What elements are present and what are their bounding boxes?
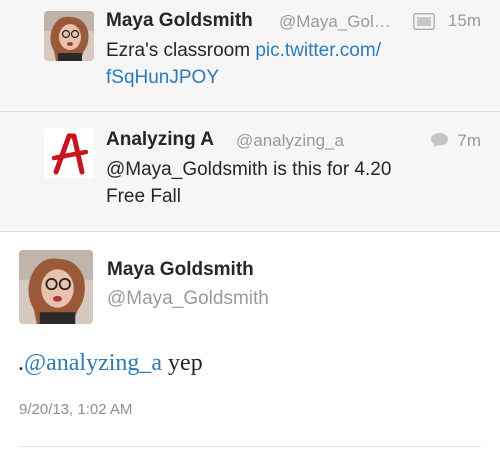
tweet-text: Ezra's classroom pic.twitter.com/ — [106, 39, 381, 63]
author-handle: @analyzing_a — [236, 131, 344, 150]
detail-author-handle[interactable]: @Maya_Goldsmith — [107, 288, 269, 310]
tweet-timestamp: 9/20/13, 1:02 AM — [19, 401, 133, 418]
tweet-text-line-2: Free Fall — [106, 186, 181, 207]
analyzing-a-logo-icon — [44, 128, 94, 178]
tweet-text-plain: Ezra's classroom — [106, 40, 256, 61]
avatar[interactable] — [19, 250, 93, 324]
tweet-text-line-1: @Maya_Goldsmith is this for 4.20 — [106, 159, 392, 180]
user-photo-icon — [44, 11, 94, 61]
tweet-time: 15m — [447, 11, 481, 30]
detail-author-name[interactable]: Maya Goldsmith — [107, 259, 254, 281]
tweet-text-suffix: yep — [162, 350, 203, 376]
divider — [19, 446, 481, 447]
mention-link[interactable]: @analyzing_a — [24, 350, 162, 376]
avatar[interactable] — [44, 11, 94, 61]
tweet-link[interactable]: pic.twitter.com/ — [255, 40, 381, 61]
user-photo-icon — [19, 250, 93, 324]
detail-tweet-text: .@analyzing_a yep — [18, 350, 203, 377]
author-name: Maya Goldsmith — [106, 10, 253, 31]
author-name: Analyzing A — [106, 129, 215, 150]
tweet-time: 7m — [457, 131, 481, 150]
tweet-link-continued[interactable]: fSqHunJPOY — [106, 66, 219, 90]
author-handle: @Maya_Gol… — [279, 12, 391, 31]
media-icon — [413, 13, 435, 30]
conversation-icon — [431, 133, 448, 147]
avatar[interactable] — [44, 128, 94, 178]
